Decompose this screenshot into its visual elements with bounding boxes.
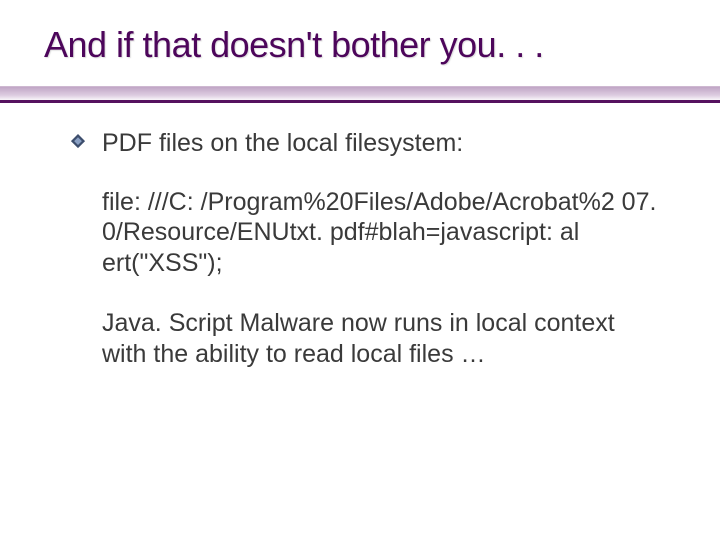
slide: And if that doesn't bother you. . . PDF … (0, 0, 720, 540)
slide-title: And if that doesn't bother you. . . (44, 24, 544, 66)
title-underline (0, 86, 720, 103)
body-note: Java. Script Malware now runs in local c… (74, 308, 666, 369)
bullet-item: PDF files on the local filesystem: (74, 128, 666, 159)
code-sample: file: ///C: /Program%20Files/Adobe/Acrob… (74, 187, 666, 279)
bullet-text: PDF files on the local filesystem: (102, 129, 463, 157)
slide-body: PDF files on the local filesystem: file:… (74, 128, 666, 369)
diamond-bullet-icon (70, 134, 86, 150)
